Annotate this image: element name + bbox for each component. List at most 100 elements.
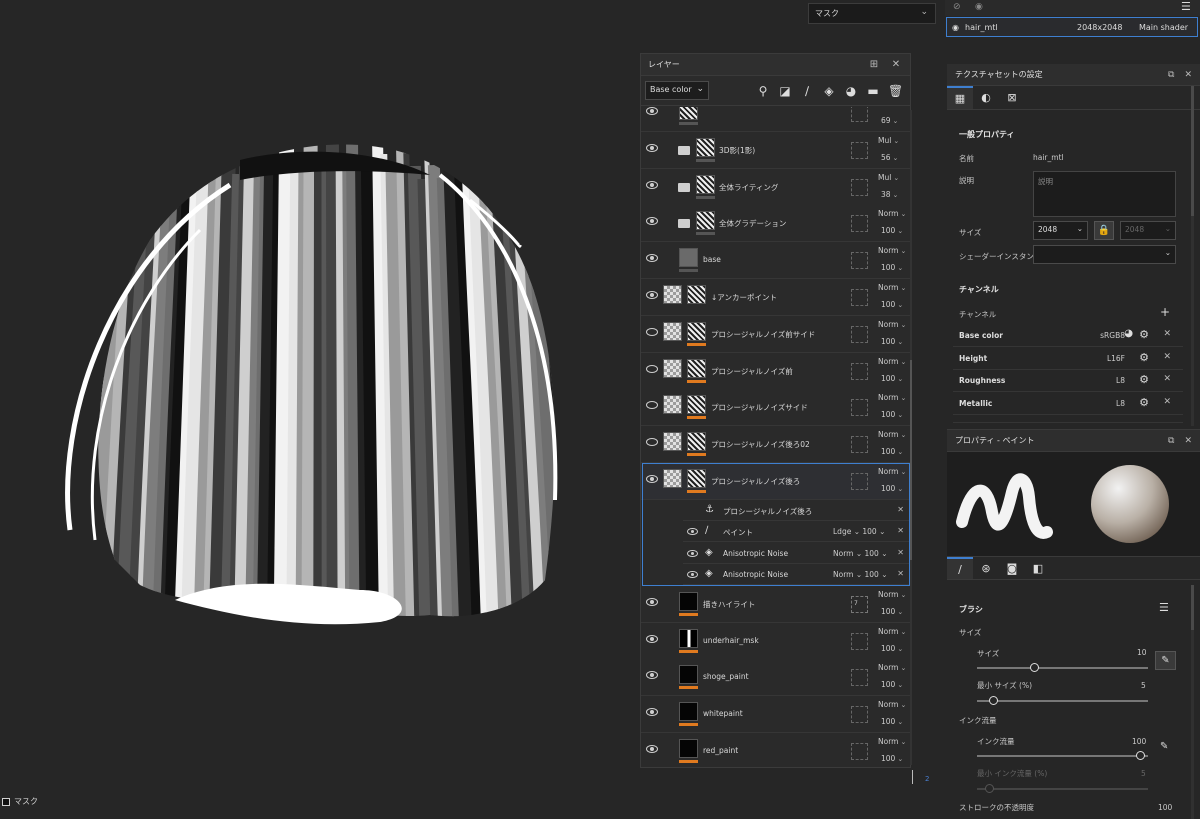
dock-icon[interactable]: ⧉ <box>1168 70 1174 80</box>
opacity-select[interactable]: 100 ⌄ <box>881 300 903 309</box>
layer-row[interactable]: 3D影(1影) Mul ⌄ 56 ⌄ <box>641 131 910 169</box>
channel-row[interactable]: Metallic L8 ⚙ ✕ <box>953 393 1183 415</box>
brush-size-slider[interactable] <box>977 667 1148 669</box>
blend-mode-select[interactable]: Norm ⌄ <box>878 246 906 255</box>
eye-icon[interactable] <box>646 364 658 373</box>
close-icon[interactable]: ✕ <box>1184 70 1192 80</box>
shader-instance-select[interactable]: ⌄ <box>1033 245 1176 264</box>
texture-set-row[interactable]: ◉ hair_mtl 2048x2048 Main shader <box>946 17 1198 37</box>
gear-icon[interactable]: ⚙ <box>1139 328 1149 341</box>
opacity-select[interactable]: 100 ⌄ <box>881 226 903 235</box>
tab-settings[interactable]: ▦ <box>947 86 973 109</box>
layer-row[interactable]: shoge_paint Norm ⌄ 100 ⌄ <box>641 659 910 697</box>
opacity-select[interactable]: 100 ⌄ <box>881 337 903 346</box>
layer-row[interactable]: whitepaint Norm ⌄ 100 ⌄ <box>641 696 910 734</box>
eye-icon[interactable] <box>646 708 658 717</box>
blend-mode-select[interactable]: Norm ⌄ <box>878 590 906 599</box>
menu-icon[interactable]: ☰ <box>1181 0 1191 13</box>
tab-uv[interactable]: ⊠ <box>999 86 1025 109</box>
mask-display-select[interactable]: マスク ⌄ <box>808 3 936 24</box>
eye-icon[interactable] <box>646 671 658 680</box>
blend-mode-select[interactable]: Norm ⌄ <box>878 320 906 329</box>
layer-mask-slot[interactable] <box>851 107 868 122</box>
blend-mode-select[interactable]: Norm ⌄ <box>878 627 906 636</box>
eye-icon[interactable] <box>646 634 658 643</box>
remove-channel-icon[interactable]: ✕ <box>1163 329 1171 339</box>
min-size-slider[interactable] <box>977 700 1148 702</box>
min-flow-slider-handle[interactable] <box>985 784 994 793</box>
blend-mode-select[interactable]: Norm ⌄ <box>878 283 906 292</box>
channel-format[interactable]: L16F <box>1107 354 1125 363</box>
eye-icon[interactable] <box>646 327 658 336</box>
close-icon[interactable]: ✕ <box>1184 436 1192 446</box>
add-effect-icon[interactable]: ⚲ <box>756 84 770 98</box>
add-fill-layer-icon[interactable]: ◈ <box>822 84 836 98</box>
layer-row[interactable]: プロシージャルノイズ前 Norm ⌄ 100 ⌄ <box>641 352 910 390</box>
remove-channel-icon[interactable]: ✕ <box>1163 352 1171 362</box>
blend-mode-select[interactable]: Norm ⌄ <box>878 393 906 402</box>
channel-format[interactable]: L8 <box>1116 399 1125 408</box>
channel-row[interactable]: Height L16F ⚙ ✕ <box>953 348 1183 370</box>
channel-format[interactable]: sRGB8 <box>1100 331 1125 340</box>
channel-format[interactable]: L8 <box>1116 376 1125 385</box>
description-field[interactable]: 説明 <box>1033 171 1176 217</box>
layer-row[interactable]: 全体ライティング Mul ⌄ 38 ⌄ <box>641 168 910 206</box>
layer-row[interactable]: underhair_msk Norm ⌄ 100 ⌄ <box>641 622 910 660</box>
tab-baking[interactable]: ◐ <box>973 86 999 109</box>
channel-row[interactable]: Normal RGB16F <box>953 415 1183 424</box>
opacity-select[interactable]: 56 ⌄ <box>881 153 898 162</box>
tab-brush[interactable]: ∕ <box>947 557 973 579</box>
layer-row[interactable]: プロシージャルノイズ前サイド Norm ⌄ 100 ⌄ <box>641 315 910 353</box>
eye-icon[interactable]: ◉ <box>975 2 983 12</box>
eye-icon[interactable] <box>646 291 658 299</box>
opacity-select[interactable]: 100 ⌄ <box>881 680 903 689</box>
layer-mask-slot[interactable] <box>851 632 868 650</box>
eye-icon[interactable] <box>646 401 658 410</box>
layer-mask-slot[interactable] <box>851 362 868 380</box>
dock-icon[interactable]: ⧉ <box>1168 436 1174 446</box>
opacity-select[interactable]: 100 ⌄ <box>881 447 903 456</box>
add-channel-icon[interactable]: + <box>1160 305 1170 319</box>
opacity-select[interactable]: 100 ⌄ <box>881 607 903 616</box>
layer-row[interactable]: 描きハイライト 7 Norm ⌄ 100 ⌄ <box>641 585 910 623</box>
layer-mask-slot[interactable] <box>851 669 868 687</box>
flow-slider[interactable] <box>977 755 1148 757</box>
eye-icon[interactable] <box>646 597 658 606</box>
eye-icon[interactable]: ◉ <box>952 23 959 32</box>
size-select-locked[interactable]: 2048 ⌄ <box>1120 221 1176 240</box>
layer-row[interactable]: プロシージャルノイズ後ろ02 Norm ⌄ 100 ⌄ <box>641 426 910 464</box>
min-size-slider-handle[interactable] <box>988 696 998 705</box>
layer-mask-slot[interactable] <box>851 215 868 233</box>
remove-channel-icon[interactable]: ✕ <box>1163 397 1171 407</box>
size-select[interactable]: 2048 ⌄ <box>1033 221 1088 240</box>
close-icon[interactable]: ✕ <box>889 59 903 70</box>
layer-mask-slot[interactable] <box>851 436 868 454</box>
eye-icon[interactable] <box>646 745 658 753</box>
settings-scrollbar-thumb[interactable] <box>1191 86 1194 216</box>
remove-channel-icon[interactable]: ✕ <box>1163 374 1171 384</box>
opacity-select[interactable]: 100 ⌄ <box>881 754 903 763</box>
layer-mask-slot[interactable] <box>851 325 868 343</box>
layer-mask-slot[interactable] <box>851 399 868 417</box>
brush-size-slider-handle[interactable] <box>1030 663 1039 672</box>
flow-slider-handle[interactable] <box>1136 751 1145 760</box>
brush-menu-icon[interactable]: ☰ <box>1159 601 1169 614</box>
blend-mode-select[interactable]: Norm ⌄ <box>878 209 906 218</box>
blend-mode-select[interactable]: Norm ⌄ <box>878 737 906 746</box>
eye-icon[interactable] <box>646 438 658 447</box>
delete-icon[interactable]: 🗑 <box>888 84 903 98</box>
tab-alpha[interactable]: ⊛ <box>973 557 999 579</box>
hair-model-render[interactable] <box>0 0 640 819</box>
layers-scrollbar-thumb[interactable] <box>910 360 912 560</box>
layer-row[interactable]: 全体グラデーション Norm ⌄ 100 ⌄ <box>641 205 910 243</box>
add-mask-icon[interactable]: ◪ <box>778 84 792 98</box>
add-layer-icon[interactable]: ◕ <box>844 84 858 98</box>
blend-mode-select[interactable]: Norm ⌄ <box>878 700 906 709</box>
eye-icon[interactable] <box>646 254 658 263</box>
layer-mask-slot[interactable]: 7 <box>851 595 868 613</box>
layer-mask-slot[interactable] <box>851 141 868 159</box>
add-folder-icon[interactable]: ▬ <box>866 84 880 98</box>
blend-mode-select[interactable]: Mul ⌄ <box>878 136 899 145</box>
blend-mode-select[interactable]: Mul ⌄ <box>878 173 899 182</box>
gear-icon[interactable]: ⚙ <box>1139 396 1149 409</box>
